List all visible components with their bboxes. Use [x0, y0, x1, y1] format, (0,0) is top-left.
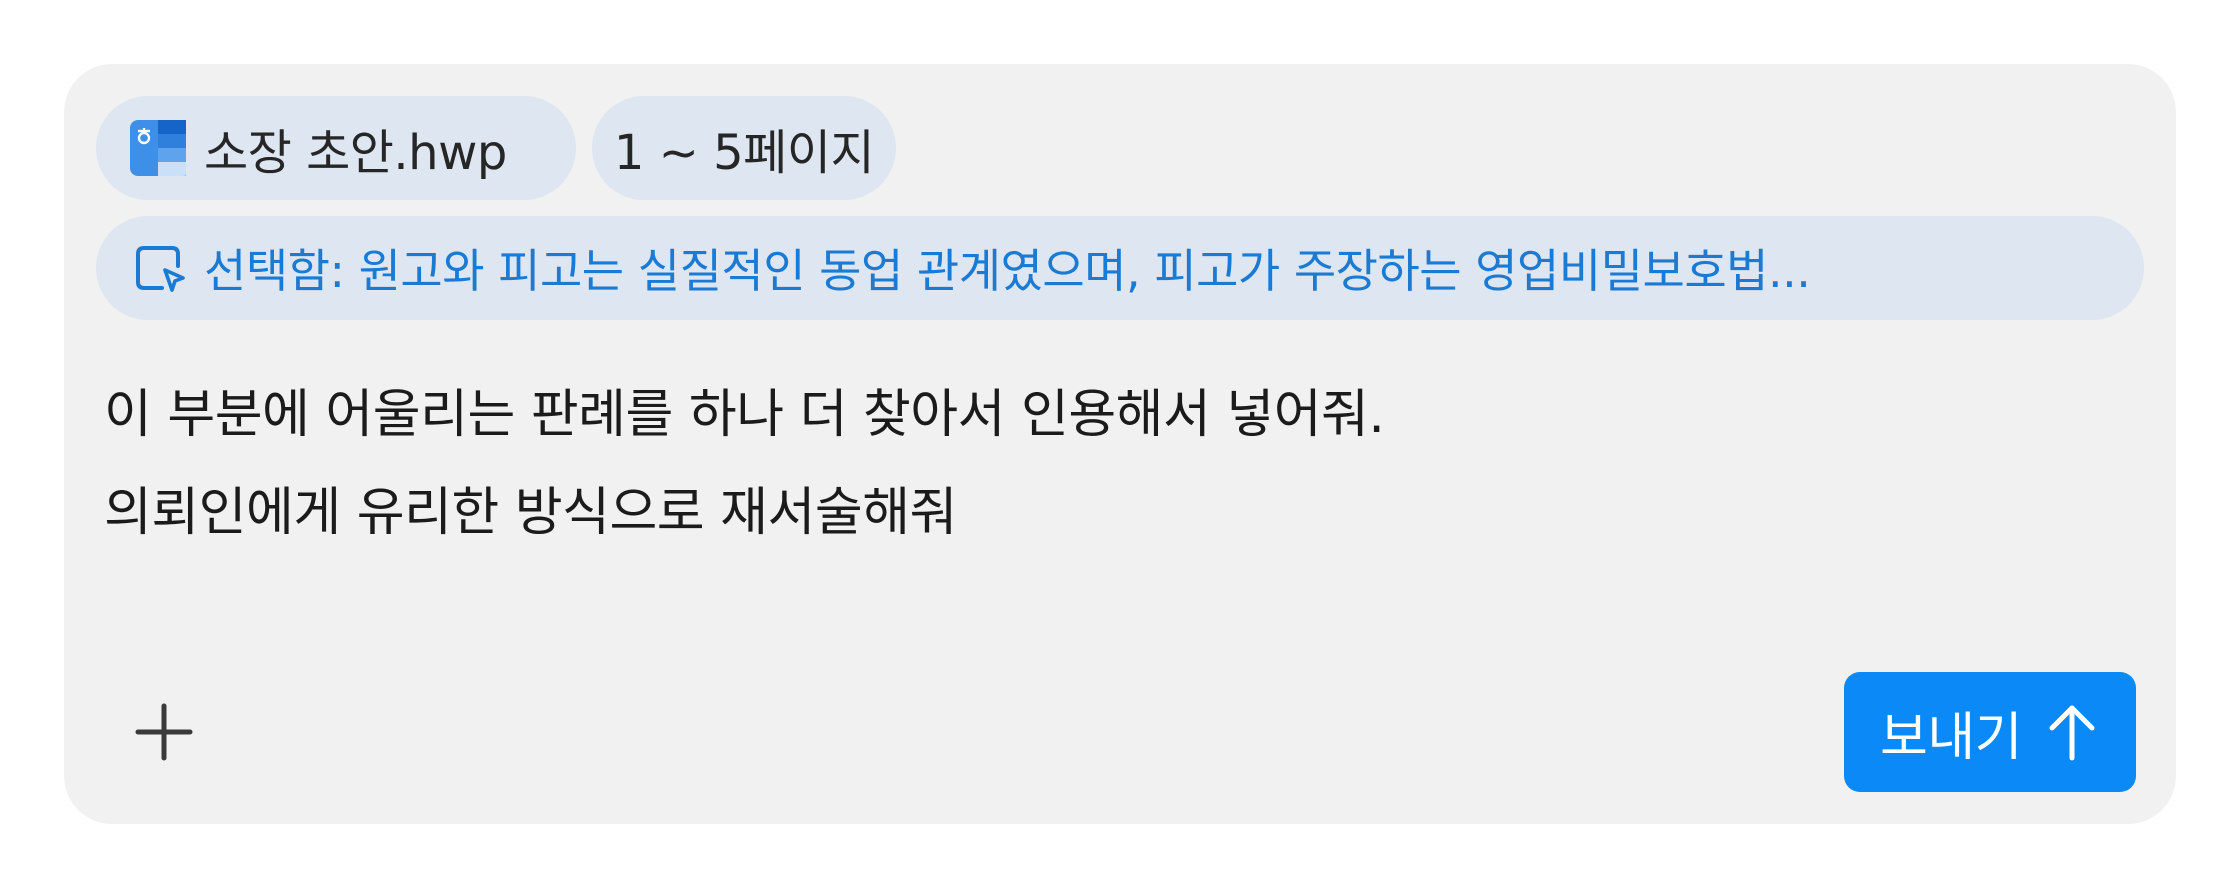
send-button[interactable]: 보내기: [1844, 672, 2136, 792]
arrow-up-icon: [2044, 702, 2100, 762]
hwp-document-icon: [130, 120, 186, 176]
composer-card: 소장 초안.hwp 1 ~ 5페이지 선택함: 원고와 피고는 실질적인 동업 …: [0, 0, 2240, 888]
attached-file-name: 소장 초안.hwp: [204, 125, 507, 181]
selection-cursor-icon: [132, 240, 188, 296]
message-line: 의뢰인에게 유리한 방식으로 재서술해줘: [104, 483, 957, 543]
message-input[interactable]: 이 부분에 어울리는 판례를 하나 더 찾아서 인용해서 넣어줘. 의뢰인에게 …: [104, 366, 2104, 562]
selection-text: 선택함: 원고와 피고는 실질적인 동업 관계였으며, 피고가 주장하는 영업비…: [204, 244, 1811, 298]
page-range-chip[interactable]: 1 ~ 5페이지: [592, 96, 896, 200]
plus-icon: [134, 702, 194, 766]
selection-chip[interactable]: 선택함: 원고와 피고는 실질적인 동업 관계였으며, 피고가 주장하는 영업비…: [96, 216, 2144, 320]
page-range-label: 1 ~ 5페이지: [613, 125, 875, 181]
attached-file-chip[interactable]: 소장 초안.hwp: [96, 96, 576, 200]
message-line: 이 부분에 어울리는 판례를 하나 더 찾아서 인용해서 넣어줘.: [104, 385, 1385, 445]
send-button-label: 보내기: [1879, 707, 2023, 768]
prompt-composer: 소장 초안.hwp 1 ~ 5페이지 선택함: 원고와 피고는 실질적인 동업 …: [64, 64, 2176, 824]
add-attachment-button[interactable]: [124, 694, 204, 774]
